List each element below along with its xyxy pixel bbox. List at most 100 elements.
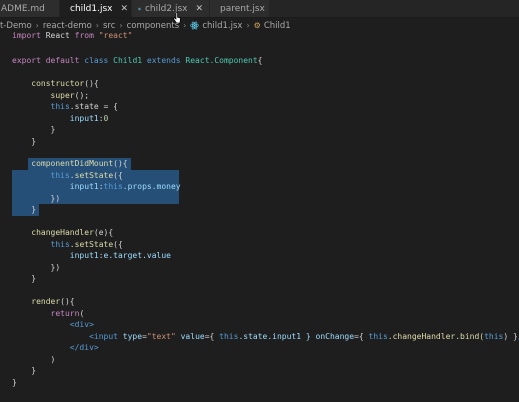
code-token: ({ bbox=[113, 239, 123, 249]
code-line: componentDidMount(){ bbox=[0, 158, 519, 170]
code-token: import bbox=[12, 31, 41, 40]
tab-child1[interactable]: child1.jsx ✕ bbox=[60, 0, 132, 17]
tab-readme[interactable]: ADME.md bbox=[0, 0, 60, 17]
tab-label: ADME.md bbox=[1, 3, 45, 14]
code-token: { bbox=[209, 331, 220, 341]
code-token: input1 bbox=[69, 251, 99, 260]
code-token: return bbox=[50, 308, 80, 318]
code-token: React.Component bbox=[180, 56, 258, 65]
code-token: default bbox=[40, 56, 85, 65]
code-token: } bbox=[12, 377, 17, 387]
code-line: }) bbox=[0, 193, 519, 205]
chevron-right-icon: › bbox=[246, 21, 250, 30]
code-token: extends bbox=[146, 56, 181, 65]
breadcrumb-item[interactable]: child1.jsx bbox=[202, 21, 242, 31]
code-token: onChange bbox=[315, 331, 355, 341]
code-token: constructor bbox=[31, 79, 85, 88]
code-line: } bbox=[0, 377, 519, 389]
breadcrumb-item[interactable]: components bbox=[127, 21, 180, 31]
code-token: setState bbox=[74, 170, 114, 180]
code-line: } bbox=[0, 365, 519, 377]
code-token: } bbox=[50, 125, 56, 134]
code-token: setState bbox=[74, 239, 114, 249]
code-token: (){ bbox=[84, 79, 99, 88]
code-token: this bbox=[103, 182, 123, 191]
code-token: type bbox=[117, 331, 143, 341]
code-token: { bbox=[358, 331, 369, 341]
class-symbol-icon: ⚙ bbox=[253, 21, 261, 30]
code-token: ) bbox=[50, 354, 56, 364]
breadcrumb-item[interactable]: src bbox=[103, 21, 115, 31]
code-token: { bbox=[257, 56, 263, 65]
code-line: } bbox=[0, 204, 519, 216]
editor-window: ADME.md child1.jsx ✕ child2.jsx ✕ parent… bbox=[0, 0, 519, 402]
code-line: <div> bbox=[0, 319, 519, 331]
close-icon[interactable]: ✕ bbox=[120, 4, 128, 14]
code-token: ({ bbox=[113, 170, 123, 180]
code-token: } bbox=[31, 274, 37, 283]
code-token: } bbox=[31, 136, 37, 146]
code-token: this bbox=[50, 239, 70, 249]
code-line: this.setState({ bbox=[0, 170, 519, 182]
code-token: this bbox=[484, 331, 504, 341]
breadcrumb-item[interactable]: t-Demo bbox=[0, 21, 32, 31]
chevron-right-icon: › bbox=[35, 21, 39, 30]
code-line: this.setState({ bbox=[0, 239, 519, 251]
code-token: </div> bbox=[69, 343, 99, 352]
code-token: (); bbox=[74, 90, 90, 100]
code-token: value bbox=[175, 331, 205, 341]
code-token: "text" bbox=[146, 331, 176, 341]
tab-bar: ADME.md child1.jsx ✕ child2.jsx ✕ parent… bbox=[0, 0, 519, 18]
code-line: changeHandler(e){ bbox=[0, 227, 519, 239]
code-token: <input bbox=[89, 331, 118, 341]
code-token: this bbox=[368, 331, 388, 341]
close-icon[interactable]: ✕ bbox=[195, 4, 203, 14]
code-line: render(){ bbox=[0, 296, 519, 308]
code-token: ) } bbox=[503, 331, 518, 341]
code-line: this.state = { bbox=[0, 101, 519, 113]
code-token: this bbox=[219, 331, 239, 341]
tab-parent[interactable]: parent.jsx bbox=[210, 0, 270, 17]
code-token: "react" bbox=[93, 31, 133, 40]
breadcrumb-item[interactable]: Child1 bbox=[264, 21, 291, 31]
code-editor[interactable]: import React from "react" export default… bbox=[0, 30, 519, 402]
code-line: } bbox=[0, 273, 519, 285]
code-token: e.target.value bbox=[103, 251, 171, 260]
code-token: }) bbox=[50, 262, 61, 272]
code-token: componentDidMount bbox=[31, 159, 114, 168]
code-token: input1 bbox=[69, 182, 99, 191]
code-line: input1:0 bbox=[0, 113, 519, 125]
code-token: 0 bbox=[103, 113, 109, 123]
code-token: Child1 bbox=[108, 56, 147, 65]
code-line: ) bbox=[0, 354, 519, 366]
code-token: render bbox=[31, 297, 61, 306]
code-token: <div> bbox=[69, 320, 94, 329]
code-token: input1 bbox=[69, 113, 99, 123]
code-line: import React from "react" bbox=[0, 30, 519, 42]
chevron-right-icon: › bbox=[119, 21, 123, 30]
chevron-right-icon: › bbox=[95, 21, 99, 30]
code-line: export default class Child1 extends Reac… bbox=[0, 55, 519, 67]
code-token: this bbox=[50, 102, 70, 111]
breadcrumb-item[interactable]: react-demo bbox=[43, 21, 92, 31]
code-line: }) bbox=[0, 262, 519, 274]
tab-label: parent.jsx bbox=[220, 3, 265, 14]
tab-child2[interactable]: child2.jsx ✕ bbox=[132, 0, 210, 17]
code-line: input1:e.target.value bbox=[0, 250, 519, 262]
